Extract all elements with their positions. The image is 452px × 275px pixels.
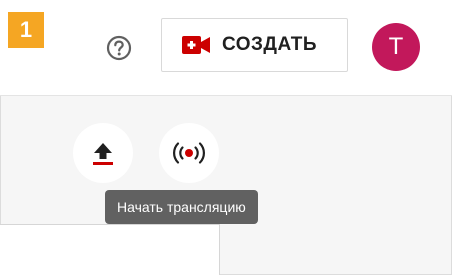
help-button[interactable] xyxy=(103,32,135,64)
top-header: 1 СОЗДАТЬ T xyxy=(0,0,452,96)
upload-icon xyxy=(93,143,113,165)
go-live-tooltip: Начать трансляцию xyxy=(105,190,258,224)
video-camera-add-icon xyxy=(182,35,210,55)
upload-video-button[interactable] xyxy=(73,123,133,183)
go-live-button[interactable] xyxy=(159,123,219,183)
live-broadcast-icon xyxy=(173,142,205,164)
create-button[interactable]: СОЗДАТЬ xyxy=(161,18,348,72)
create-button-label: СОЗДАТЬ xyxy=(222,34,318,55)
help-circle-icon xyxy=(106,35,132,61)
account-avatar[interactable]: T xyxy=(372,23,420,71)
content-card xyxy=(0,224,220,275)
step-number-badge: 1 xyxy=(8,12,44,48)
